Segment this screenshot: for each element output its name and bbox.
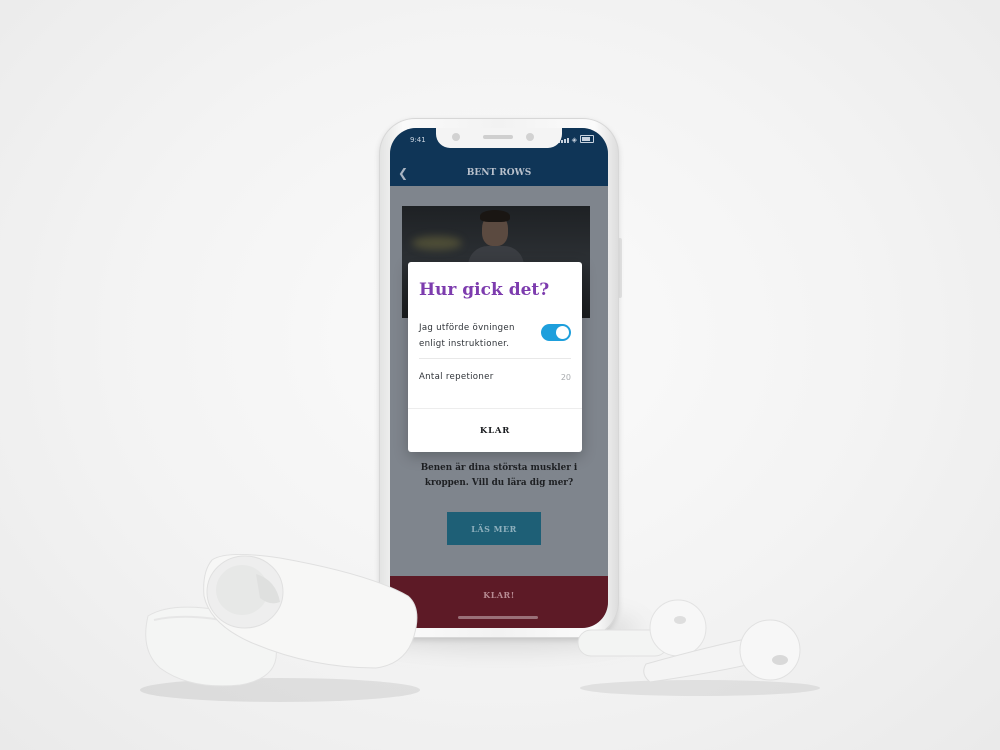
dialog-title: Hur gick det?	[419, 280, 550, 300]
feedback-dialog: Hur gick det? Jag utförde övningen enlig…	[408, 262, 582, 452]
reps-value[interactable]: 20	[561, 373, 571, 382]
status-time: 9:41	[410, 136, 426, 144]
airpods-case	[140, 553, 420, 702]
status-icons: ◈	[557, 135, 594, 144]
phone-notch	[436, 128, 562, 148]
airpods-buds	[577, 599, 820, 696]
completed-row: Jag utförde övningen enligt instruktione…	[419, 320, 571, 359]
home-indicator[interactable]	[458, 616, 538, 619]
reps-label: Antal repetioner	[419, 372, 494, 382]
toggle-knob	[556, 326, 569, 339]
dialog-ok-button[interactable]: KLAR	[408, 409, 582, 452]
info-text: Benen är dina största muskler i kroppen.…	[420, 463, 578, 488]
camera-icon	[526, 133, 534, 141]
sensor-icon	[452, 133, 460, 141]
battery-icon	[580, 135, 594, 143]
completed-toggle[interactable]	[541, 324, 571, 341]
read-more-button[interactable]: LÄS MER	[447, 512, 541, 545]
completed-label: Jag utförde övningen enligt instruktione…	[419, 323, 515, 349]
wifi-icon: ◈	[571, 136, 577, 144]
reps-row[interactable]: Antal repetioner 20	[419, 366, 571, 392]
speaker-grille	[483, 135, 513, 139]
page-title: BENT ROWS	[466, 168, 532, 178]
